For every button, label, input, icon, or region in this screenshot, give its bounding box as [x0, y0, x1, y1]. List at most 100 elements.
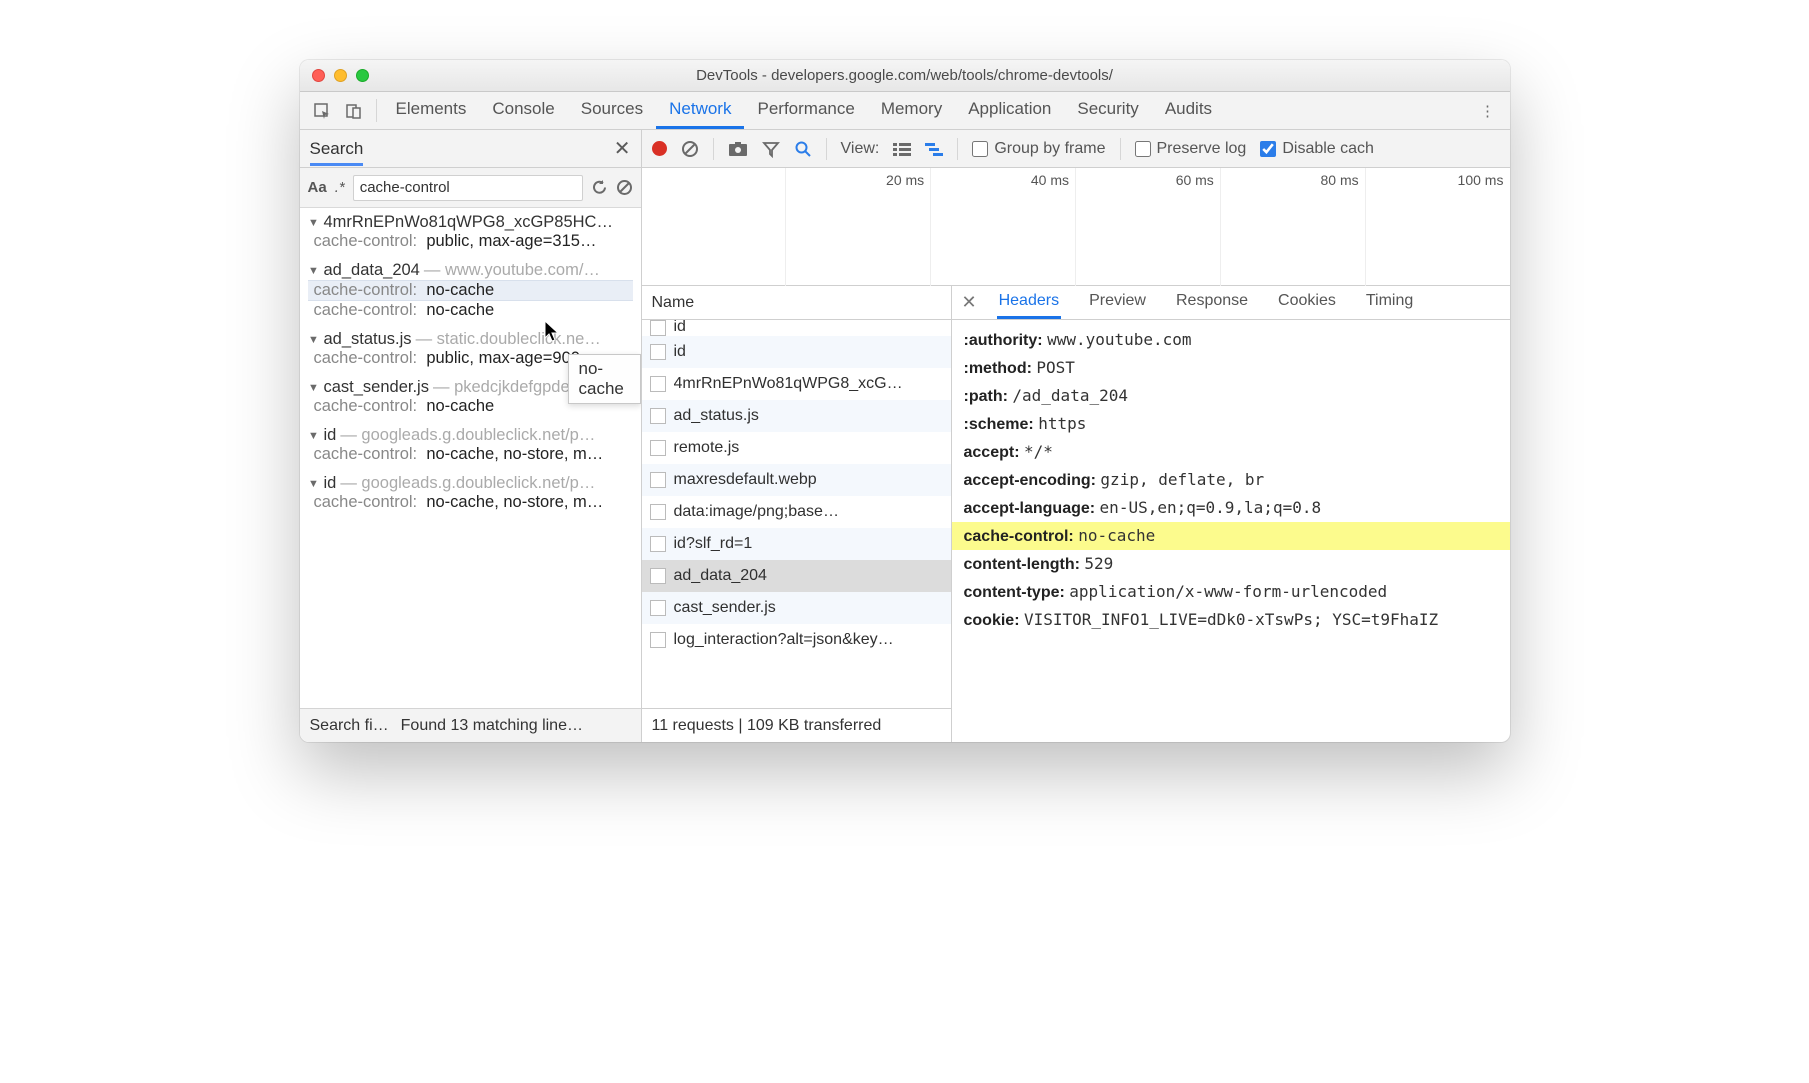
header-row[interactable]: :method: POST	[952, 354, 1510, 382]
timeline-tick: 40 ms	[930, 168, 1075, 286]
view-waterfall-icon[interactable]	[925, 142, 943, 156]
header-row[interactable]: accept-encoding: gzip, deflate, br	[952, 466, 1510, 494]
disclosure-triangle-icon[interactable]: ▼	[308, 217, 320, 229]
detail-tab-response[interactable]: Response	[1174, 286, 1250, 319]
request-row[interactable]: id?slf_rd=1	[642, 528, 951, 560]
preserve-log-checkbox[interactable]: Preserve log	[1135, 140, 1247, 158]
group-by-frame-checkbox[interactable]: Group by frame	[972, 140, 1105, 158]
divider	[713, 138, 714, 160]
view-large-icon[interactable]	[893, 142, 911, 156]
divider	[376, 99, 377, 122]
waterfall-overview[interactable]: 20 ms40 ms60 ms80 ms100 ms	[642, 168, 1510, 286]
match-case-button[interactable]: Aa	[308, 179, 327, 196]
request-row[interactable]: data:image/png;base…	[642, 496, 951, 528]
search-input[interactable]	[353, 175, 583, 201]
detail-tab-timing[interactable]: Timing	[1364, 286, 1415, 319]
search-result-line[interactable]: cache-control: public, max-age=315…	[308, 232, 633, 251]
request-row[interactable]: cast_sender.js	[642, 592, 951, 624]
timeline-tick: 80 ms	[1220, 168, 1365, 286]
tab-application[interactable]: Application	[955, 92, 1064, 129]
more-options-icon[interactable]: ⋮	[1472, 92, 1504, 129]
disclosure-triangle-icon[interactable]: ▼	[308, 430, 320, 442]
header-row[interactable]: :path: /ad_data_204	[952, 382, 1510, 410]
tab-security[interactable]: Security	[1064, 92, 1151, 129]
header-row[interactable]: :scheme: https	[952, 410, 1510, 438]
search-result-line[interactable]: cache-control: no-cache	[308, 301, 633, 320]
request-row[interactable]: log_interaction?alt=json&key…	[642, 624, 951, 656]
request-row[interactable]: 4mrRnEPnWo81qWPG8_xcG…	[642, 368, 951, 400]
tab-console[interactable]: Console	[479, 92, 567, 129]
tab-audits[interactable]: Audits	[1152, 92, 1225, 129]
clear-icon[interactable]	[681, 140, 699, 158]
request-row[interactable]: maxresdefault.webp	[642, 464, 951, 496]
header-row[interactable]: cookie: VISITOR_INFO1_LIVE=dDk0-xTswPs; …	[952, 606, 1510, 634]
header-row[interactable]: cache-control: no-cache	[952, 522, 1510, 550]
header-row[interactable]: content-type: application/x-www-form-url…	[952, 578, 1510, 606]
inspect-element-icon[interactable]	[306, 92, 338, 129]
timeline-tick: 20 ms	[785, 168, 930, 286]
search-icon[interactable]	[794, 140, 812, 158]
refresh-icon[interactable]	[591, 179, 608, 196]
disclosure-triangle-icon[interactable]: ▼	[308, 265, 320, 277]
detail-tab-preview[interactable]: Preview	[1087, 286, 1148, 319]
network-mid-row: Name idid4mrRnEPnWo81qWPG8_xcG…ad_status…	[642, 286, 1510, 742]
search-result-group[interactable]: ▼ad_data_204 — www.youtube.com/…cache-co…	[300, 256, 641, 325]
header-row[interactable]: :authority: www.youtube.com	[952, 326, 1510, 354]
request-row[interactable]: ad_status.js	[642, 400, 951, 432]
search-result-line[interactable]: cache-control: no-cache, no-store, m…	[308, 445, 633, 464]
disclosure-triangle-icon[interactable]: ▼	[308, 382, 320, 394]
disable-cache-checkbox[interactable]: Disable cach	[1260, 140, 1374, 158]
disclosure-triangle-icon[interactable]: ▼	[308, 478, 320, 490]
search-footer-left: Search fi…	[310, 717, 389, 735]
file-icon	[650, 408, 666, 424]
header-row[interactable]: content-length: 529	[952, 550, 1510, 578]
search-footer: Search fi… Found 13 matching line…	[300, 708, 641, 742]
tab-elements[interactable]: Elements	[383, 92, 480, 129]
tab-memory[interactable]: Memory	[868, 92, 955, 129]
request-row[interactable]: id	[642, 320, 951, 336]
search-result-group[interactable]: ▼id — googleads.g.doubleclick.net/p…cach…	[300, 469, 641, 517]
request-summary: 11 requests | 109 KB transferred	[642, 708, 951, 742]
detail-tab-cookies[interactable]: Cookies	[1276, 286, 1338, 319]
search-result-line[interactable]: cache-control: no-cache, no-store, m…	[308, 493, 633, 512]
disclosure-triangle-icon[interactable]: ▼	[308, 334, 320, 346]
close-window-button[interactable]	[312, 69, 325, 82]
request-list: Name idid4mrRnEPnWo81qWPG8_xcG…ad_status…	[642, 286, 952, 742]
sub-toolbar-row: Search ✕ View:	[300, 130, 1510, 168]
search-result-group[interactable]: ▼id — googleads.g.doubleclick.net/p…cach…	[300, 421, 641, 469]
search-result-line[interactable]: cache-control: no-cache	[308, 280, 633, 301]
filter-icon[interactable]	[762, 140, 780, 158]
tab-performance[interactable]: Performance	[744, 92, 867, 129]
tooltip: no-cache	[568, 354, 641, 404]
file-icon	[650, 568, 666, 584]
window-controls	[300, 69, 369, 82]
record-button[interactable]	[652, 141, 667, 156]
request-row[interactable]: remote.js	[642, 432, 951, 464]
minimize-window-button[interactable]	[334, 69, 347, 82]
file-icon	[650, 536, 666, 552]
main-tabstrip: ElementsConsoleSourcesNetworkPerformance…	[300, 92, 1510, 130]
tab-network[interactable]: Network	[656, 92, 744, 129]
file-icon	[650, 344, 666, 360]
timeline-tick: 100 ms	[1365, 168, 1510, 286]
header-row[interactable]: accept: */*	[952, 438, 1510, 466]
file-icon	[650, 472, 666, 488]
close-icon[interactable]: ✕	[614, 136, 631, 161]
tab-sources[interactable]: Sources	[568, 92, 656, 129]
header-row[interactable]: accept-language: en-US,en;q=0.9,la;q=0.8	[952, 494, 1510, 522]
divider	[826, 138, 827, 160]
clear-search-icon[interactable]	[616, 179, 633, 196]
disable-cache-label: Disable cach	[1282, 140, 1374, 158]
regex-button[interactable]: .*	[335, 179, 345, 196]
divider	[1120, 138, 1121, 160]
detail-tab-headers[interactable]: Headers	[997, 286, 1061, 319]
device-toolbar-icon[interactable]	[338, 92, 370, 129]
zoom-window-button[interactable]	[356, 69, 369, 82]
request-row[interactable]: id	[642, 336, 951, 368]
search-result-group[interactable]: ▼4mrRnEPnWo81qWPG8_xcGP85HC… cache-contr…	[300, 208, 641, 256]
request-row[interactable]: ad_data_204	[642, 560, 951, 592]
capture-screenshot-icon[interactable]	[728, 141, 748, 157]
file-icon	[650, 600, 666, 616]
request-list-header[interactable]: Name	[642, 286, 951, 320]
close-detail-icon[interactable]: ✕	[962, 292, 977, 313]
